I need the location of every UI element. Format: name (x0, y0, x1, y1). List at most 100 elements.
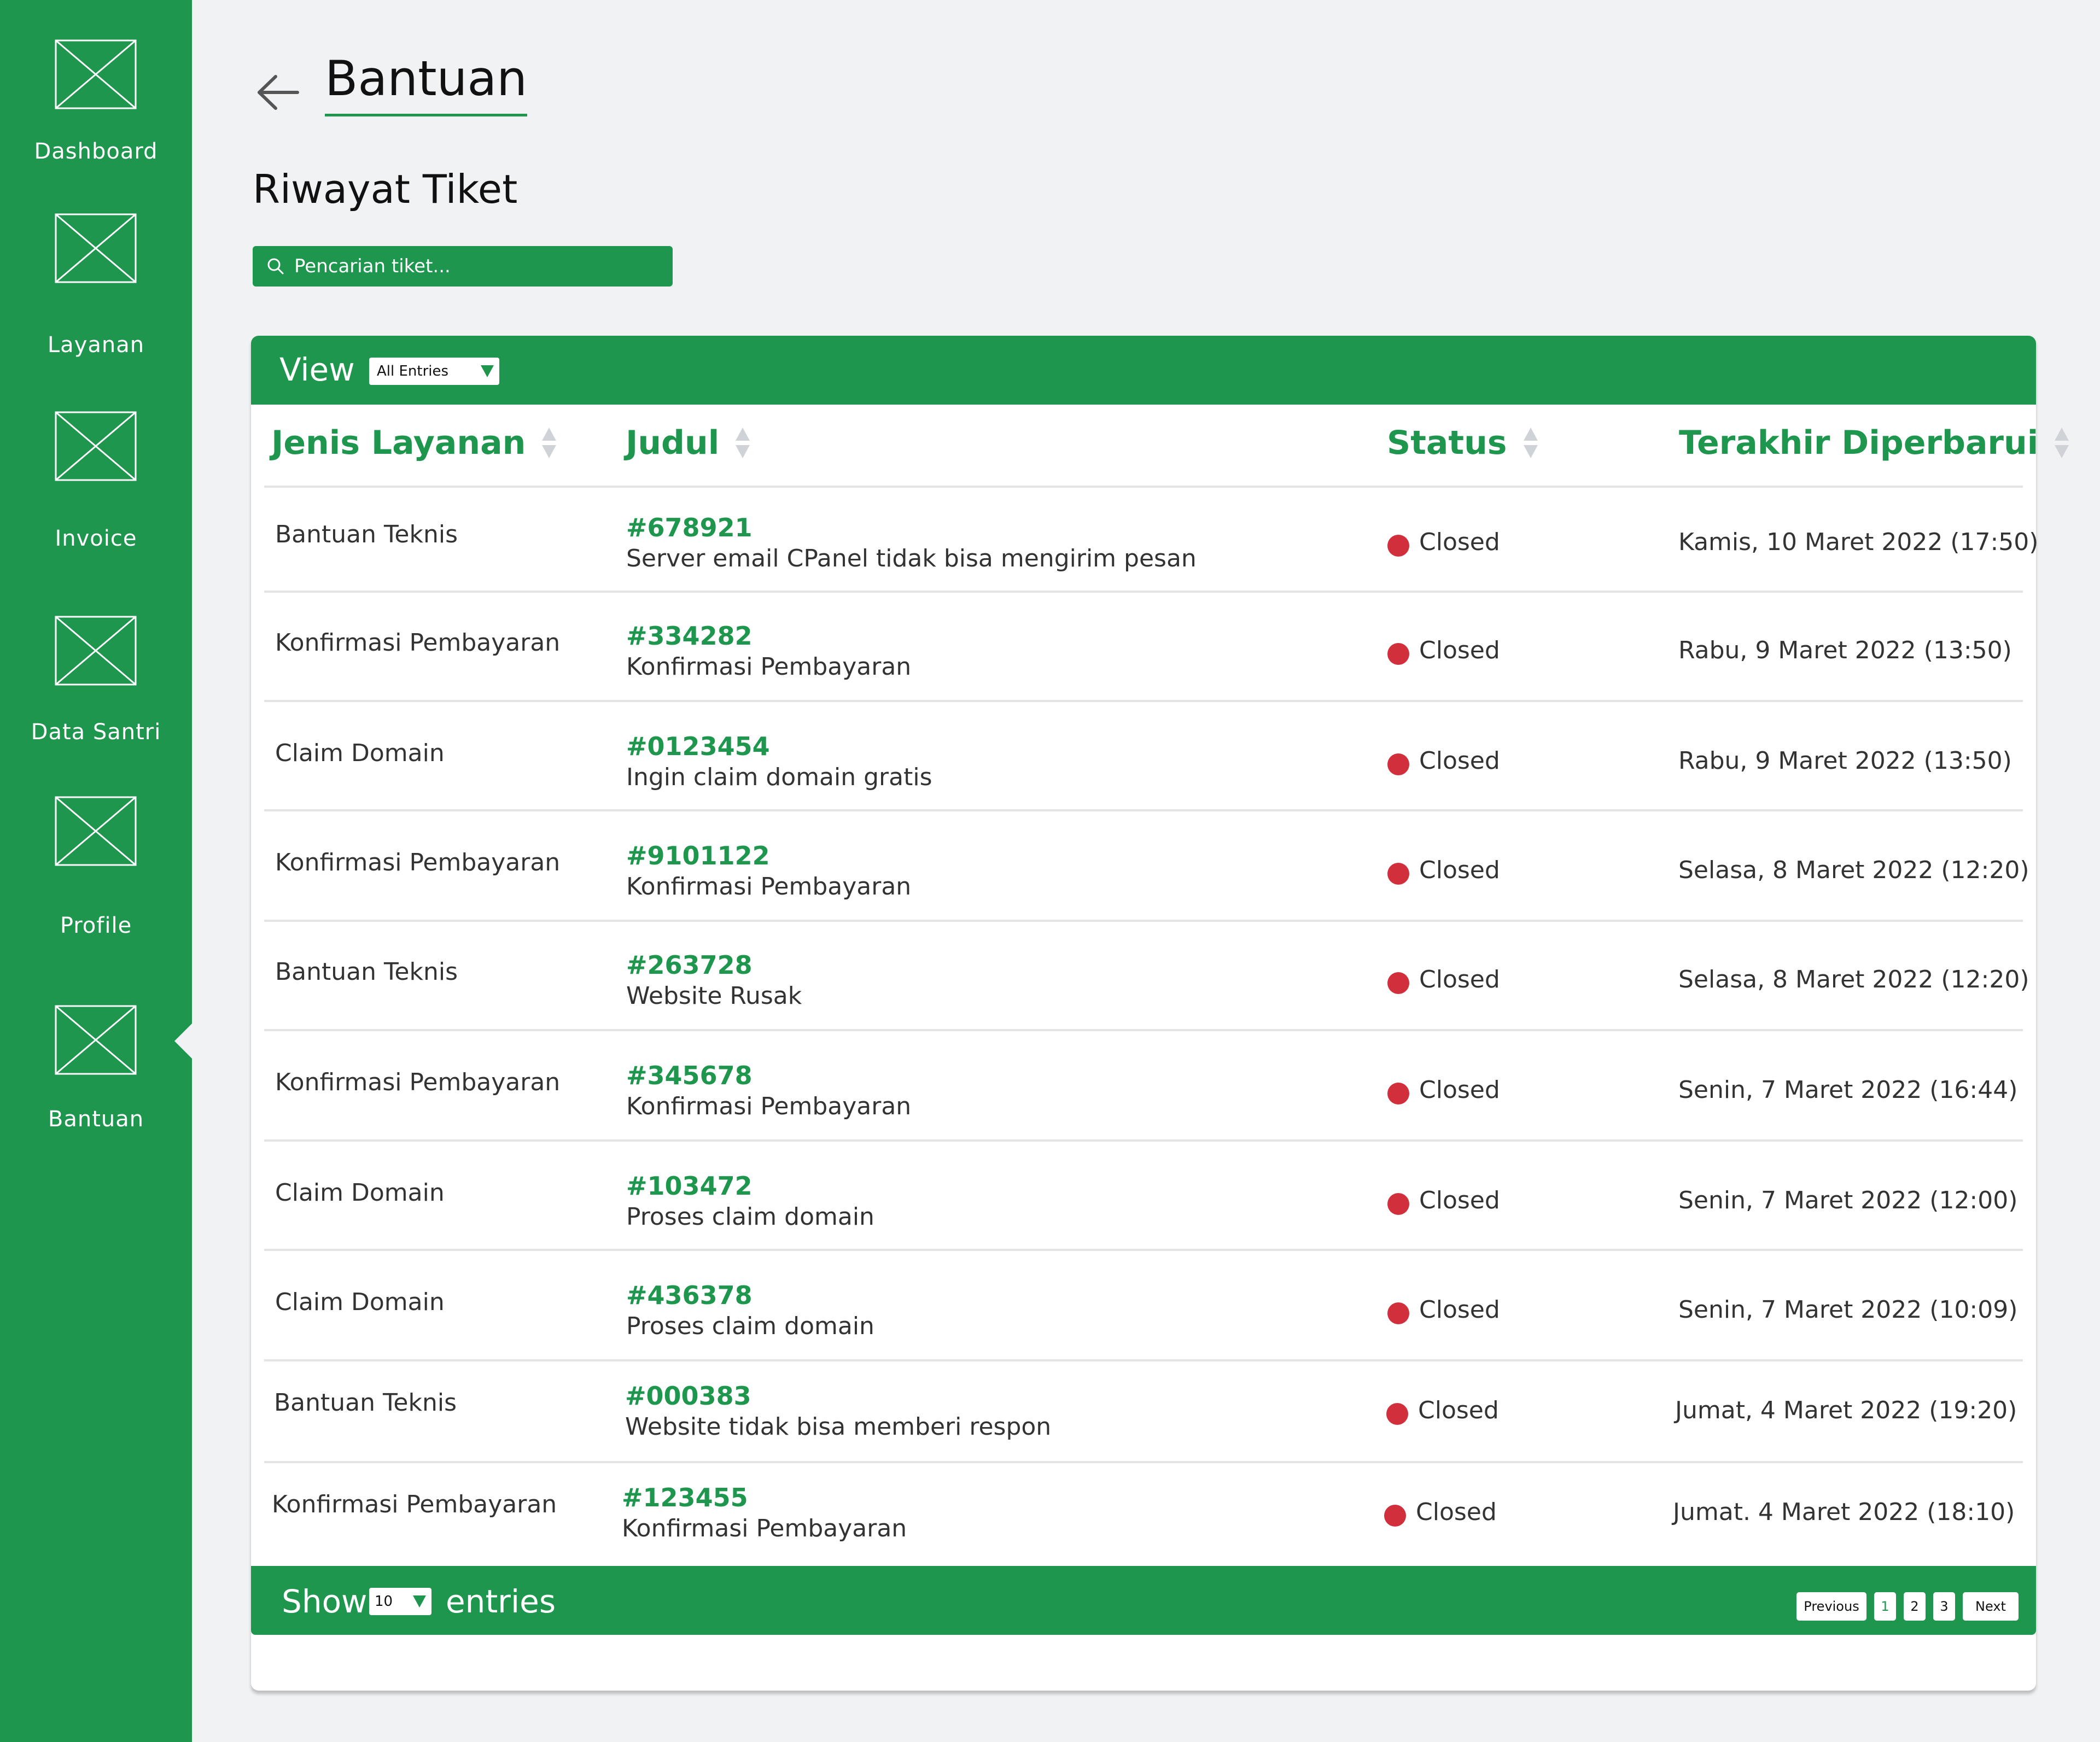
pagination-page-2[interactable]: 2 (1904, 1592, 1926, 1621)
status-dot (1387, 535, 1409, 557)
cell-jenis-layanan: Bantuan Teknis (274, 1389, 457, 1417)
cell-updated: Rabu, 9 Maret 2022 (13:50) (1678, 636, 2012, 664)
cell-updated: Selasa, 8 Maret 2022 (12:20) (1678, 856, 2029, 884)
status-text: Closed (1419, 966, 1500, 993)
back-arrow-icon[interactable] (256, 73, 300, 112)
ticket-id-link[interactable]: #000383 (625, 1381, 751, 1411)
image-placeholder-icon (55, 411, 137, 481)
ticket-title: Ingin claim domain gratis (626, 763, 932, 791)
ticket-id-link[interactable]: #334282 (626, 621, 752, 651)
entries-label: entries (446, 1583, 556, 1620)
table-row[interactable]: Bantuan Teknis #000383 Website tidak bis… (264, 1361, 2023, 1463)
sidebar-item-bantuan[interactable]: Bantuan (0, 1005, 192, 1169)
cell-updated: Jumat, 4 Maret 2022 (19:20) (1675, 1396, 2017, 1424)
sort-icon (736, 428, 750, 458)
table-row[interactable]: Bantuan Teknis #263728 Website Rusak Clo… (264, 922, 2029, 1031)
active-indicator (174, 1024, 192, 1059)
table-row[interactable]: Konfirmasi Pembayaran #334282 Konfirmasi… (264, 593, 2023, 702)
cell-jenis-layanan: Claim Domain (275, 1288, 445, 1316)
column-header-label: Status (1387, 424, 1507, 462)
ticket-title: Konfirmasi Pembayaran (622, 1515, 907, 1542)
image-placeholder-icon (55, 616, 137, 686)
sort-icon (2055, 428, 2069, 458)
ticket-id-link[interactable]: #436378 (626, 1281, 752, 1310)
column-header-judul[interactable]: Judul (626, 425, 751, 460)
ticket-title: Proses claim domain (626, 1312, 874, 1340)
sidebar-item-label: Dashboard (34, 139, 158, 164)
table-row[interactable]: Konfirmasi Pembayaran #9101122 Konfirmas… (264, 811, 2029, 922)
table-row[interactable]: Claim Domain #0123454 Ingin claim domain… (264, 702, 2023, 811)
cell-jenis-layanan: Konfirmasi Pembayaran (275, 849, 561, 876)
cell-jenis-layanan: Konfirmasi Pembayaran (275, 629, 561, 657)
table-row[interactable]: Bantuan Teknis #678921 Server email CPan… (264, 488, 2038, 593)
table-row[interactable]: Konfirmasi Pembayaran #345678 Konfirmasi… (264, 1031, 2023, 1142)
ticket-id-link[interactable]: #9101122 (626, 841, 770, 870)
entries-select[interactable]: 10 (369, 1588, 431, 1615)
section-title: Riwayat Tiket (253, 166, 518, 212)
pagination-next-button[interactable]: Next (1963, 1592, 2019, 1621)
ticket-id-link[interactable]: #263728 (626, 950, 752, 980)
cell-jenis-layanan: Claim Domain (275, 1179, 445, 1207)
status-dot (1384, 1505, 1406, 1527)
sidebar-item-label: Invoice (55, 526, 137, 551)
status-dot (1386, 1403, 1408, 1425)
status-text: Closed (1419, 528, 1500, 556)
status-text: Closed (1419, 1076, 1500, 1104)
sidebar-item-layanan[interactable]: Layanan (0, 213, 192, 377)
ticket-title: Konfirmasi Pembayaran (626, 873, 912, 901)
cell-jenis-layanan: Bantuan Teknis (275, 958, 458, 986)
column-header-label: Judul (626, 424, 720, 462)
column-header-label: Jenis Layanan (271, 424, 526, 462)
ticket-title: Konfirmasi Pembayaran (626, 1092, 912, 1120)
status-text: Closed (1419, 636, 1500, 664)
status-text: Closed (1418, 1396, 1499, 1424)
image-placeholder-icon (55, 1005, 137, 1075)
ticket-title: Website tidak bisa memberi respon (625, 1413, 1052, 1441)
entries-select-value: 10 (375, 1593, 393, 1610)
table-row[interactable]: Konfirmasi Pembayaran #123455 Konfirmasi… (264, 1463, 2023, 1566)
status-dot (1387, 753, 1409, 775)
status-dot (1387, 643, 1409, 665)
table-toolbar: View All Entries (251, 336, 2036, 405)
sidebar-item-dashboard[interactable]: Dashboard (0, 39, 192, 203)
status-text: Closed (1416, 1498, 1497, 1526)
ticket-id-link[interactable]: #103472 (626, 1171, 752, 1201)
sidebar-item-label: Profile (60, 913, 132, 938)
table-row[interactable]: Claim Domain #436378 Proses claim domain… (264, 1251, 2023, 1361)
sidebar-item-label: Bantuan (48, 1107, 144, 1132)
image-placeholder-icon (55, 796, 137, 866)
status-text: Closed (1419, 1186, 1500, 1214)
pagination-page-1[interactable]: 1 (1874, 1592, 1896, 1621)
ticket-id-link[interactable]: #123455 (622, 1483, 748, 1512)
pagination-page-3[interactable]: 3 (1933, 1592, 1955, 1621)
ticket-id-link[interactable]: #0123454 (626, 732, 770, 761)
column-header-jenis-layanan[interactable]: Jenis Layanan (271, 425, 557, 460)
cell-updated: Rabu, 9 Maret 2022 (13:50) (1678, 747, 2012, 775)
status-dot (1387, 1083, 1409, 1104)
cell-updated: Senin, 7 Maret 2022 (16:44) (1678, 1076, 2018, 1104)
table-row[interactable]: Claim Domain #103472 Proses claim domain… (264, 1142, 2023, 1251)
image-placeholder-icon (55, 39, 137, 109)
column-header-status[interactable]: Status (1387, 425, 1539, 460)
view-select[interactable]: All Entries (369, 358, 499, 385)
table-footer: Show 10 entries Previous 1 2 3 Next (251, 1566, 2036, 1635)
status-text: Closed (1419, 856, 1500, 884)
ticket-id-link[interactable]: #345678 (626, 1061, 752, 1090)
status-dot (1387, 1302, 1409, 1324)
ticket-title: Konfirmasi Pembayaran (626, 653, 912, 681)
search-icon (267, 258, 284, 274)
ticket-id-link[interactable]: #678921 (626, 513, 752, 542)
search-input[interactable] (285, 249, 673, 283)
cell-updated: Kamis, 10 Maret 2022 (17:50) (1678, 528, 2039, 556)
sort-icon (1523, 428, 1538, 458)
pagination-previous-button[interactable]: Previous (1796, 1592, 1866, 1621)
status-dot (1387, 972, 1409, 994)
column-header-terakhir-diperbarui[interactable]: Terakhir Diperbarui (1679, 425, 2070, 460)
cell-jenis-layanan: Konfirmasi Pembayaran (272, 1490, 557, 1518)
sort-icon (542, 428, 557, 458)
sidebar-item-profile[interactable]: Profile (0, 796, 192, 960)
sidebar-item-invoice[interactable]: Invoice (0, 411, 192, 575)
sidebar-item-data-santri[interactable]: Data Santri (0, 616, 192, 780)
view-label: View (279, 351, 355, 388)
page-title: Bantuan (325, 55, 528, 116)
